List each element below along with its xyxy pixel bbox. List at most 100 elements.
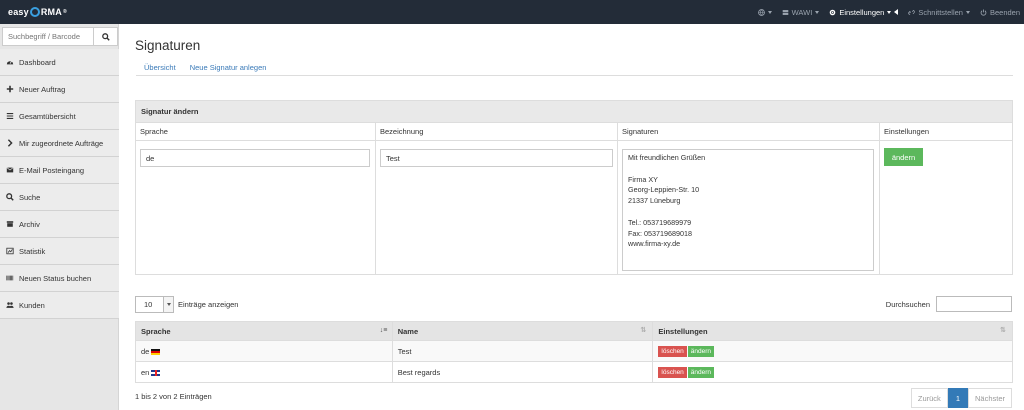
column-header: Bezeichnung bbox=[376, 123, 617, 141]
envelope-icon bbox=[6, 166, 14, 174]
column-header: Einstellungen bbox=[880, 123, 1012, 141]
pagination-prev[interactable]: Zurück bbox=[910, 388, 948, 408]
lang-code: de bbox=[141, 346, 150, 356]
sidebar-item-email-posteingang[interactable]: E-Mail Posteingang bbox=[0, 157, 119, 184]
flag-de-icon bbox=[151, 348, 161, 355]
panel-title: Signatur ändern bbox=[136, 101, 1012, 123]
server-icon bbox=[782, 9, 788, 15]
table-row: de Test löschen ändern bbox=[135, 340, 1013, 362]
page-title: Signaturen bbox=[135, 38, 201, 53]
column-header: Signaturen bbox=[618, 123, 879, 141]
sidebar-menu: Dashboard Neuer Auftrag Gesamtübersicht … bbox=[0, 49, 119, 319]
sidebar-item-neuer-auftrag[interactable]: Neuer Auftrag bbox=[0, 76, 119, 103]
sort-asc-icon: ↓≡ bbox=[379, 327, 388, 334]
brand-logo[interactable]: easy RMA ® bbox=[8, 4, 67, 20]
th-sprache[interactable]: Sprache ↓≡ bbox=[135, 321, 393, 341]
page-length-select[interactable]: 10 bbox=[135, 296, 174, 313]
delete-button[interactable]: löschen bbox=[658, 366, 687, 378]
search-button[interactable] bbox=[93, 28, 117, 45]
search-icon bbox=[101, 32, 110, 41]
sidebar-item-label: Neuen Status buchen bbox=[19, 273, 92, 283]
language-menu[interactable] bbox=[757, 8, 772, 16]
bezeichnung-input[interactable] bbox=[380, 149, 613, 167]
top-menu: WAWI Einstellungen Schnittstellen Beende… bbox=[757, 0, 1020, 24]
sidebar-item-gesamtuebersicht[interactable]: Gesamtübersicht bbox=[0, 103, 119, 130]
sidebar-item-label: Statistik bbox=[19, 246, 46, 256]
pagination-next[interactable]: Nächster bbox=[967, 388, 1012, 408]
wawi-label: WAWI bbox=[791, 7, 813, 17]
chevron-right-icon bbox=[6, 139, 14, 147]
header-label: Sprache bbox=[141, 326, 171, 336]
th-name[interactable]: Name ⇅ bbox=[391, 321, 654, 341]
filter-label: Durchsuchen bbox=[885, 299, 930, 309]
sidebar-item-label: E-Mail Posteingang bbox=[19, 165, 85, 175]
brand-registered-mark: ® bbox=[62, 9, 67, 15]
page-length-label: Einträge anzeigen bbox=[178, 300, 239, 309]
page-length-control: 10 Einträge anzeigen bbox=[135, 296, 238, 313]
delete-button[interactable]: löschen bbox=[658, 345, 687, 357]
sidebar-item-suche[interactable]: Suche bbox=[0, 184, 119, 211]
signature-textarea[interactable]: Mit freundlichen Grüßen Firma XY Georg-L… bbox=[622, 149, 874, 271]
logo-ring-icon bbox=[29, 7, 40, 17]
sidebar-item-label: Gesamtübersicht bbox=[19, 111, 76, 121]
sidebar-item-neuen-status-buchen[interactable]: Neuen Status buchen bbox=[0, 265, 119, 292]
search-input[interactable] bbox=[3, 28, 93, 45]
chevron-down-icon bbox=[815, 10, 820, 14]
schnittstellen-label: Schnittstellen bbox=[918, 7, 963, 17]
sub-nav-tabs: Übersicht Neue Signatur anlegen bbox=[136, 60, 1013, 76]
cell-name: Test bbox=[391, 340, 654, 362]
filter-input[interactable] bbox=[936, 296, 1012, 312]
sprache-input[interactable] bbox=[140, 149, 370, 167]
tab-neue-signatur[interactable]: Neue Signatur anlegen bbox=[190, 60, 267, 75]
archive-icon bbox=[6, 220, 14, 228]
dashboard-icon bbox=[6, 58, 14, 66]
sidebar-item-statistik[interactable]: Statistik bbox=[0, 238, 119, 265]
pagination: Zurück 1 Nächster bbox=[910, 388, 1012, 408]
sidebar-item-dashboard[interactable]: Dashboard bbox=[0, 49, 119, 76]
signatures-table: Sprache ↓≡ Name ⇅ Einstellungen ⇅ de Test l… bbox=[135, 321, 1013, 383]
power-icon bbox=[980, 9, 987, 16]
edit-signature-panel: Signatur ändern Sprache Bezeichnung Sign… bbox=[135, 100, 1013, 275]
sidebar-item-mir-zugeordnete-auftraege[interactable]: Mir zugeordnete Aufträge bbox=[0, 130, 119, 157]
schnittstellen-menu[interactable]: Schnittstellen bbox=[908, 8, 970, 17]
wawi-menu[interactable]: WAWI bbox=[782, 8, 820, 17]
sidebar-item-label: Archiv bbox=[19, 219, 40, 229]
gear-icon bbox=[830, 9, 836, 15]
save-button[interactable]: ändern bbox=[884, 148, 923, 166]
column-einstellungen: Einstellungen ändern bbox=[880, 123, 1012, 274]
sidebar-item-label: Neuer Auftrag bbox=[19, 84, 66, 94]
chevron-down-icon bbox=[767, 10, 772, 14]
main-content: Signaturen Übersicht Neue Signatur anleg… bbox=[120, 24, 1024, 410]
chevron-down-icon bbox=[965, 10, 970, 14]
sidebar-search bbox=[2, 27, 118, 46]
plus-icon bbox=[6, 85, 14, 93]
sidebar-item-kunden[interactable]: Kunden bbox=[0, 292, 119, 319]
table-row: en Best regards löschen ändern bbox=[135, 361, 1013, 383]
chevron-down-icon bbox=[887, 10, 892, 14]
link-icon bbox=[908, 9, 916, 15]
column-bezeichnung: Bezeichnung bbox=[376, 123, 618, 274]
table-header-row: Sprache ↓≡ Name ⇅ Einstellungen ⇅ bbox=[135, 321, 1013, 341]
sidebar-item-label: Mir zugeordnete Aufträge bbox=[19, 138, 104, 148]
pagination-page-1[interactable]: 1 bbox=[947, 388, 968, 408]
edit-button[interactable]: ändern bbox=[687, 345, 715, 357]
th-einstellungen[interactable]: Einstellungen ⇅ bbox=[652, 321, 1013, 341]
brand-text-left: easy bbox=[8, 7, 29, 17]
header-label: Name bbox=[397, 326, 419, 336]
chevron-down-icon bbox=[163, 297, 173, 312]
top-navbar: easy RMA ® WAWI Einstellungen Schnittste… bbox=[0, 0, 1024, 24]
tab-uebersicht[interactable]: Übersicht bbox=[144, 60, 176, 75]
einstellungen-label: Einstellungen bbox=[839, 7, 885, 17]
edit-button[interactable]: ändern bbox=[687, 366, 715, 378]
cell-sprache: en bbox=[135, 361, 393, 383]
barcode-icon bbox=[6, 274, 14, 282]
sidebar-item-label: Dashboard bbox=[19, 57, 56, 67]
edit-form-columns: Sprache Bezeichnung Signaturen Mit freun… bbox=[136, 123, 1012, 274]
list-icon bbox=[6, 112, 14, 120]
einstellungen-menu[interactable]: Einstellungen bbox=[829, 7, 899, 17]
sidebar-item-label: Kunden bbox=[19, 300, 45, 310]
sort-icon: ⇅ bbox=[1000, 327, 1006, 334]
logout-link[interactable]: Beenden bbox=[980, 8, 1020, 17]
sidebar-item-archiv[interactable]: Archiv bbox=[0, 211, 119, 238]
column-signaturen: Signaturen Mit freundlichen Grüßen Firma… bbox=[618, 123, 880, 274]
